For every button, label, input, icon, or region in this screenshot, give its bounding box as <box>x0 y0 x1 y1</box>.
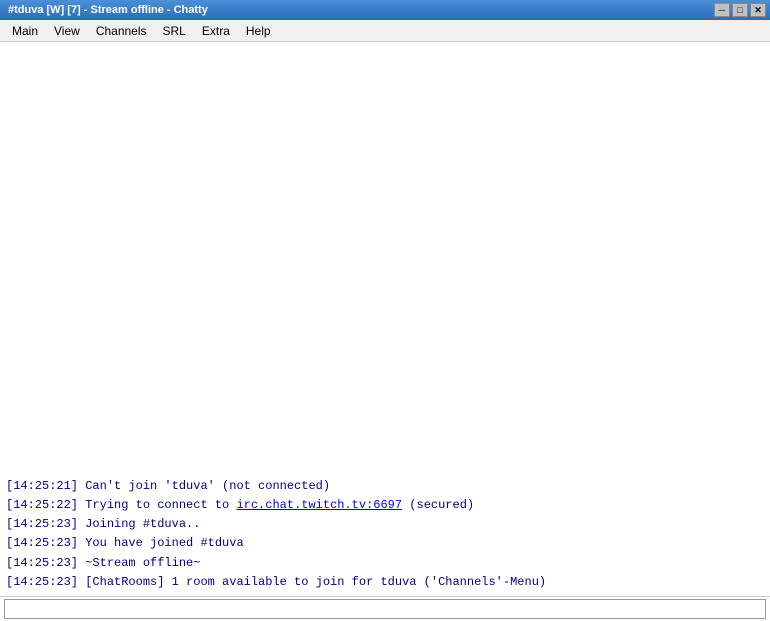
menu-view[interactable]: View <box>46 20 88 41</box>
spacer <box>6 46 764 477</box>
minimize-button[interactable]: ─ <box>714 3 730 17</box>
timestamp-5: [14:25:23] <box>6 556 78 570</box>
message-line: [14:25:23] You have joined #tduva <box>6 534 764 553</box>
messages-container: [14:25:21] Can't join 'tduva' (not conne… <box>0 42 770 596</box>
message-line: [14:25:23] [ChatRooms] 1 room available … <box>6 573 764 592</box>
message-text-5: ~Stream offline~ <box>85 556 200 570</box>
timestamp-6: [14:25:23] <box>6 575 78 589</box>
chat-input[interactable] <box>4 599 766 619</box>
menu-bar: Main View Channels SRL Extra Help <box>0 20 770 42</box>
timestamp-1: [14:25:21] <box>6 479 78 493</box>
message-line: [14:25:23] Joining #tduva.. <box>6 515 764 534</box>
content-wrapper: [14:25:21] Can't join 'tduva' (not conne… <box>0 42 770 596</box>
message-text-6: [ChatRooms] 1 room available to join for… <box>85 575 546 589</box>
timestamp-4: [14:25:23] <box>6 536 78 550</box>
message-line: [14:25:23] ~Stream offline~ <box>6 554 764 573</box>
close-button[interactable]: ✕ <box>750 3 766 17</box>
irc-link[interactable]: irc.chat.twitch.tv:6697 <box>236 498 402 512</box>
window-title: #tduva [W] [7] - Stream offline - Chatty <box>4 4 714 16</box>
menu-srl[interactable]: SRL <box>155 20 194 41</box>
message-text-4: You have joined #tduva <box>85 536 243 550</box>
menu-channels[interactable]: Channels <box>88 20 155 41</box>
menu-main[interactable]: Main <box>4 20 46 41</box>
menu-extra[interactable]: Extra <box>194 20 238 41</box>
timestamp-2: [14:25:22] <box>6 498 78 512</box>
maximize-button[interactable]: □ <box>732 3 748 17</box>
message-line: [14:25:22] Trying to connect to irc.chat… <box>6 496 764 515</box>
menu-help[interactable]: Help <box>238 20 279 41</box>
input-bar <box>0 596 770 621</box>
message-text-3: Joining #tduva.. <box>85 517 200 531</box>
title-bar: #tduva [W] [7] - Stream offline - Chatty… <box>0 0 770 20</box>
window-controls: ─ □ ✕ <box>714 3 766 17</box>
message-text-2: Trying to connect to irc.chat.twitch.tv:… <box>85 498 474 512</box>
message-text-1: Can't join 'tduva' (not connected) <box>85 479 330 493</box>
message-line: [14:25:21] Can't join 'tduva' (not conne… <box>6 477 764 496</box>
timestamp-3: [14:25:23] <box>6 517 78 531</box>
